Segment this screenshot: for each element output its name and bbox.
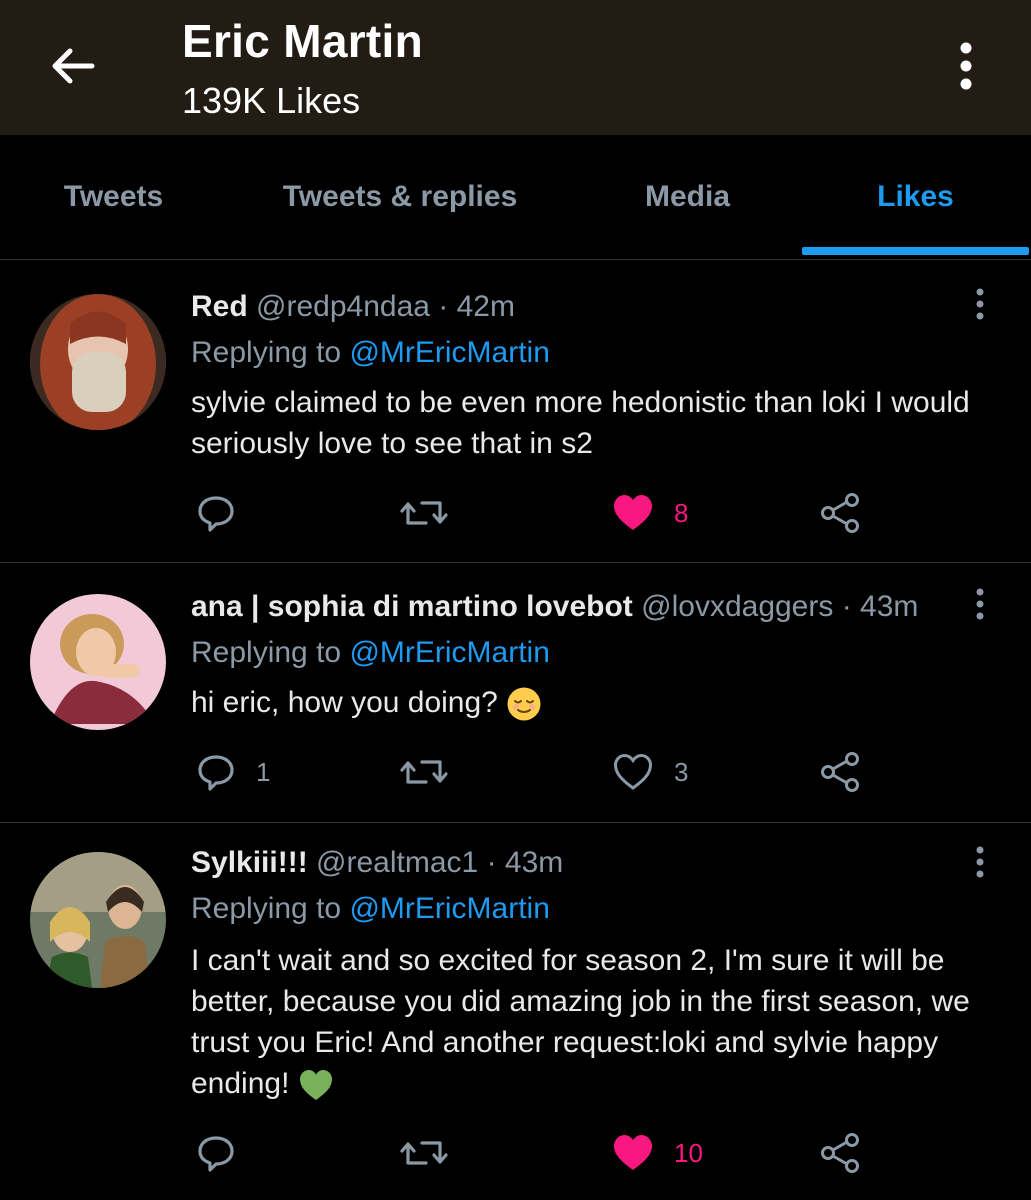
reply-count: 1 xyxy=(256,756,271,787)
vertical-dots-icon xyxy=(976,588,984,620)
tweet-actions: 8 xyxy=(0,488,1031,538)
heart-filled-icon xyxy=(614,495,652,530)
profile-tabs: Tweets Tweets & replies Media Likes xyxy=(0,135,1031,260)
retweet-button[interactable] xyxy=(400,488,468,538)
reply-button[interactable] xyxy=(196,1128,256,1178)
share-icon xyxy=(821,752,859,792)
author-name[interactable]: ana | sophia di martino lovebot xyxy=(191,590,633,623)
reply-icon xyxy=(198,496,234,532)
replying-prefix: Replying to xyxy=(191,636,342,669)
tweet-more-button[interactable] xyxy=(964,282,996,326)
like-count: 3 xyxy=(674,756,689,787)
author-handle[interactable]: @lovxdaggers xyxy=(641,590,833,623)
retweet-icon xyxy=(400,760,448,784)
tweet-text-block: I can't wait and so excited for season 2… xyxy=(191,940,991,1104)
like-count: 10 xyxy=(674,1137,703,1168)
avatar-image xyxy=(30,294,166,430)
share-button[interactable] xyxy=(820,488,862,538)
retweet-button[interactable] xyxy=(400,747,468,797)
relieved-face-icon xyxy=(507,687,541,721)
replying-to: Replying to @MrEricMartin xyxy=(191,336,550,370)
retweet-icon xyxy=(400,501,448,525)
arrow-left-icon xyxy=(52,48,95,84)
profile-name: Eric Martin xyxy=(182,15,424,67)
vertical-dots-icon xyxy=(960,42,972,90)
replying-to: Replying to @MrEricMartin xyxy=(191,892,550,926)
tweet-item[interactable]: Red @redp4ndaa · 42m Replying to @MrEric… xyxy=(0,262,1031,563)
green-heart-icon xyxy=(299,1070,332,1101)
like-button[interactable]: 10 xyxy=(612,1128,703,1178)
mention-link[interactable]: @MrEricMartin xyxy=(349,892,549,925)
vertical-dots-icon xyxy=(976,846,984,878)
share-icon xyxy=(821,1133,859,1173)
tweet-text: hi eric, how you doing? xyxy=(191,686,498,719)
tweet-actions: 1 3 xyxy=(0,747,1031,797)
like-button[interactable]: 3 xyxy=(612,747,688,797)
tab-media[interactable]: Media xyxy=(573,135,802,259)
share-icon xyxy=(821,493,859,533)
tweet-more-button[interactable] xyxy=(964,840,996,884)
avatar-image xyxy=(30,852,166,988)
tweet-header: Red @redp4ndaa · 42m xyxy=(191,290,515,324)
author-handle[interactable]: @redp4ndaa xyxy=(256,290,430,323)
replying-to: Replying to @MrEricMartin xyxy=(191,636,550,670)
tweet-more-button[interactable] xyxy=(964,582,996,626)
retweet-icon xyxy=(400,1141,448,1165)
share-button[interactable] xyxy=(820,747,862,797)
tweet-time: · 43m xyxy=(486,846,564,879)
replying-prefix: Replying to xyxy=(191,892,342,925)
replying-prefix: Replying to xyxy=(191,336,342,369)
more-options-button[interactable] xyxy=(950,36,982,96)
author-name[interactable]: Red xyxy=(191,290,248,323)
tab-tweets-replies[interactable]: Tweets & replies xyxy=(227,135,573,259)
likes-count: 139K Likes xyxy=(182,80,361,121)
reply-icon xyxy=(198,755,234,791)
tweet-time: · 42m xyxy=(438,290,515,323)
tweet-time: · 43m xyxy=(841,590,919,623)
tweet-item[interactable]: ana | sophia di martino lovebot @lovxdag… xyxy=(0,562,1031,823)
reply-icon xyxy=(198,1136,234,1172)
tweet-header: Sylkiii!!! @realtmac1 · 43m xyxy=(191,846,563,880)
mention-link[interactable]: @MrEricMartin xyxy=(349,636,549,669)
heart-filled-icon xyxy=(614,1135,652,1170)
like-button[interactable]: 8 xyxy=(612,488,688,538)
avatar[interactable] xyxy=(30,594,166,730)
mention-link[interactable]: @MrEricMartin xyxy=(349,336,549,369)
retweet-button[interactable] xyxy=(400,1128,468,1178)
tweet-text: sylvie claimed to be even more hedonisti… xyxy=(191,386,970,460)
tab-tweets[interactable]: Tweets xyxy=(0,135,227,259)
reply-button[interactable] xyxy=(196,488,256,538)
avatar[interactable] xyxy=(30,852,166,988)
profile-header: Eric Martin 139K Likes xyxy=(0,0,1031,135)
like-count: 8 xyxy=(674,497,689,528)
tweet-header: ana | sophia di martino lovebot @lovxdag… xyxy=(191,590,918,624)
author-handle[interactable]: @realtmac1 xyxy=(316,846,478,879)
avatar-image xyxy=(30,594,166,730)
reply-button[interactable]: 1 xyxy=(196,747,270,797)
tab-likes[interactable]: Likes xyxy=(802,135,1029,259)
author-name[interactable]: Sylkiii!!! xyxy=(191,846,308,879)
avatar[interactable] xyxy=(30,294,166,430)
back-button[interactable] xyxy=(44,40,100,92)
vertical-dots-icon xyxy=(976,288,984,320)
tweet-item[interactable]: Sylkiii!!! @realtmac1 · 43m Replying to … xyxy=(0,822,1031,1200)
tweet-actions: 10 xyxy=(0,1128,1031,1178)
active-tab-indicator xyxy=(802,247,1029,255)
tweet-text-block: hi eric, how you doing? xyxy=(191,682,991,723)
heart-outline-icon xyxy=(613,753,653,790)
share-button[interactable] xyxy=(820,1128,862,1178)
